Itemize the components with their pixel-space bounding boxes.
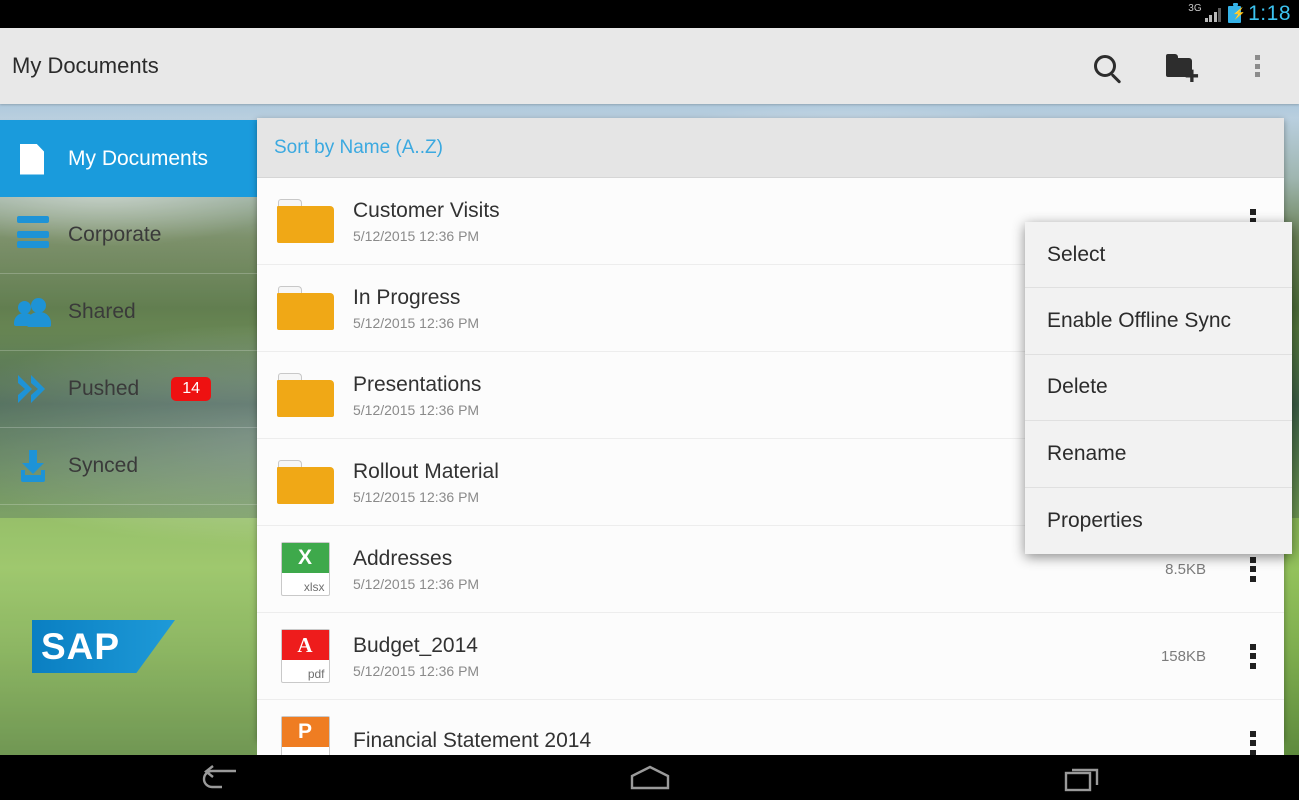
new-folder-icon: ✚ (1166, 54, 1199, 85)
battery-charging-icon: ⚡ (1228, 3, 1246, 23)
table-row[interactable]: A pdf Budget_2014 5/12/2015 12:36 PM 158… (257, 613, 1284, 700)
search-button[interactable] (1081, 42, 1129, 90)
sidebar-item-corporate[interactable]: Corporate (0, 197, 257, 274)
double-chevron-icon (14, 370, 52, 408)
file-size: 158KB (1160, 647, 1206, 665)
folder-icon (276, 199, 334, 243)
action-bar-actions: ✚ (1081, 42, 1299, 90)
recents-icon (1064, 768, 1098, 791)
action-bar: My Documents ✚ (0, 28, 1299, 104)
sidebar-item-label: My Documents (68, 146, 209, 170)
file-date: 5/12/2015 12:36 PM (353, 575, 480, 592)
sort-by-label: Sort by Name (A..Z) (274, 136, 443, 158)
row-overflow-button[interactable] (1232, 626, 1274, 686)
sidebar-item-synced[interactable]: Synced (0, 428, 257, 505)
menu-item-enable-offline-sync[interactable]: Enable Offline Sync (1025, 288, 1292, 355)
pptx-glyph: P (281, 717, 329, 747)
overflow-dots-icon (1250, 556, 1256, 582)
signal-bars-icon (1204, 7, 1222, 22)
sidebar-item-label: Corporate (68, 223, 162, 246)
file-size: 8.5KB (1165, 560, 1206, 578)
android-screen: 3G ⚡ 1:18 My Documents ✚ My Documents Co… (0, 0, 1299, 800)
overflow-dots-icon (1254, 55, 1260, 77)
menu-item-delete[interactable]: Delete (1025, 355, 1292, 422)
system-navigation-bar (0, 755, 1299, 800)
overflow-dots-icon (1250, 730, 1256, 756)
file-name: Customer Visits (353, 198, 500, 222)
new-folder-button[interactable]: ✚ (1157, 42, 1205, 90)
context-menu: Select Enable Offline Sync Delete Rename… (1025, 222, 1292, 554)
back-arrow-icon (202, 764, 236, 788)
sort-by-button[interactable]: Sort by Name (A..Z) (257, 118, 1284, 178)
menu-item-properties[interactable]: Properties (1025, 488, 1292, 554)
sidebar-item-label: Shared (68, 300, 136, 323)
server-stack-icon (14, 216, 52, 254)
document-icon (14, 140, 52, 178)
back-button[interactable] (0, 755, 433, 800)
pdf-glyph: A (281, 630, 329, 660)
folder-icon (276, 460, 334, 504)
sidebar-item-pushed[interactable]: Pushed 14 (0, 351, 257, 428)
menu-item-select[interactable]: Select (1025, 222, 1292, 289)
folder-icon (276, 373, 334, 417)
file-name: Financial Statement 2014 (353, 728, 592, 752)
overflow-dots-icon (1250, 643, 1256, 669)
folder-icon (276, 286, 334, 330)
overflow-button[interactable] (1233, 42, 1281, 90)
recents-button[interactable] (866, 755, 1299, 800)
sidebar-item-shared[interactable]: Shared (0, 274, 257, 351)
file-name: Budget_2014 (353, 633, 478, 657)
status-badge: 14 (171, 377, 211, 401)
sap-logo-text: SAP (41, 625, 121, 667)
sidebar-item-my-documents[interactable]: My Documents (0, 120, 257, 197)
home-button[interactable] (433, 755, 866, 800)
file-date: 5/12/2015 12:36 PM (353, 662, 480, 679)
sidebar-item-label: Pushed (68, 377, 140, 400)
status-clock: 1:18 (1248, 2, 1291, 25)
menu-item-rename[interactable]: Rename (1025, 421, 1292, 488)
xlsx-glyph: X (281, 543, 329, 573)
file-extension-label: xlsx (303, 580, 325, 594)
page-title: My Documents (12, 53, 159, 78)
pdf-file-icon: A pdf (280, 629, 330, 683)
search-icon (1094, 55, 1116, 77)
file-extension-label: pdf (307, 667, 325, 681)
status-bar: 3G ⚡ 1:18 (0, 0, 1299, 28)
xlsx-file-icon: X xlsx (280, 542, 330, 596)
download-icon (14, 447, 52, 485)
people-icon (14, 293, 52, 331)
sidebar-item-label: Synced (68, 454, 139, 477)
home-icon (630, 765, 669, 789)
network-type-label: 3G (1188, 3, 1202, 14)
